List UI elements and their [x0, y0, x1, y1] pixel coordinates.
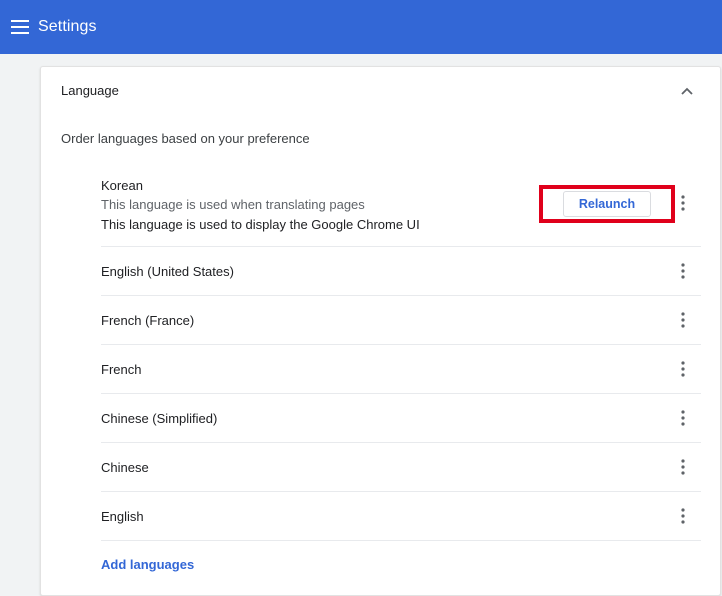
more-vert-icon[interactable] — [675, 406, 691, 430]
translate-language-note: This language is used when translating p… — [101, 197, 365, 212]
language-row-chinese-simplified: Chinese (Simplified) — [101, 394, 701, 443]
language-name: Korean — [101, 178, 143, 193]
language-name: French (France) — [101, 312, 195, 328]
hamburger-menu-icon[interactable] — [0, 0, 38, 54]
chevron-up-icon[interactable] — [677, 81, 697, 101]
language-name: English — [101, 508, 144, 524]
relaunch-button[interactable]: Relaunch — [563, 191, 651, 217]
language-list: Korean This language is used when transl… — [101, 165, 701, 541]
top-app-bar: Settings — [0, 0, 722, 54]
section-title: Language — [61, 83, 119, 98]
more-vert-icon[interactable] — [675, 259, 691, 283]
language-row-korean: Korean This language is used when transl… — [101, 165, 701, 247]
more-vert-icon[interactable] — [675, 191, 691, 215]
language-name: Chinese — [101, 459, 149, 475]
language-row-english: English — [101, 492, 701, 541]
more-vert-icon[interactable] — [675, 308, 691, 332]
more-vert-icon[interactable] — [675, 357, 691, 381]
page-title: Settings — [38, 18, 97, 35]
order-languages-label: Order languages based on your preference — [61, 131, 310, 146]
language-name: Chinese (Simplified) — [101, 410, 218, 426]
ui-language-note: This language is used to display the Goo… — [101, 217, 420, 232]
language-name: English (United States) — [101, 263, 234, 279]
more-vert-icon[interactable] — [675, 455, 691, 479]
language-row-chinese: Chinese — [101, 443, 701, 492]
more-vert-icon[interactable] — [675, 504, 691, 528]
language-name: French — [101, 361, 142, 377]
language-row-french-france: French (France) — [101, 296, 701, 345]
language-row-english-us: English (United States) — [101, 247, 701, 296]
language-section-header[interactable]: Language — [41, 67, 720, 113]
language-card: Language Order languages based on your p… — [40, 66, 721, 596]
add-languages-link[interactable]: Add languages — [101, 557, 194, 572]
language-row-french: French — [101, 345, 701, 394]
